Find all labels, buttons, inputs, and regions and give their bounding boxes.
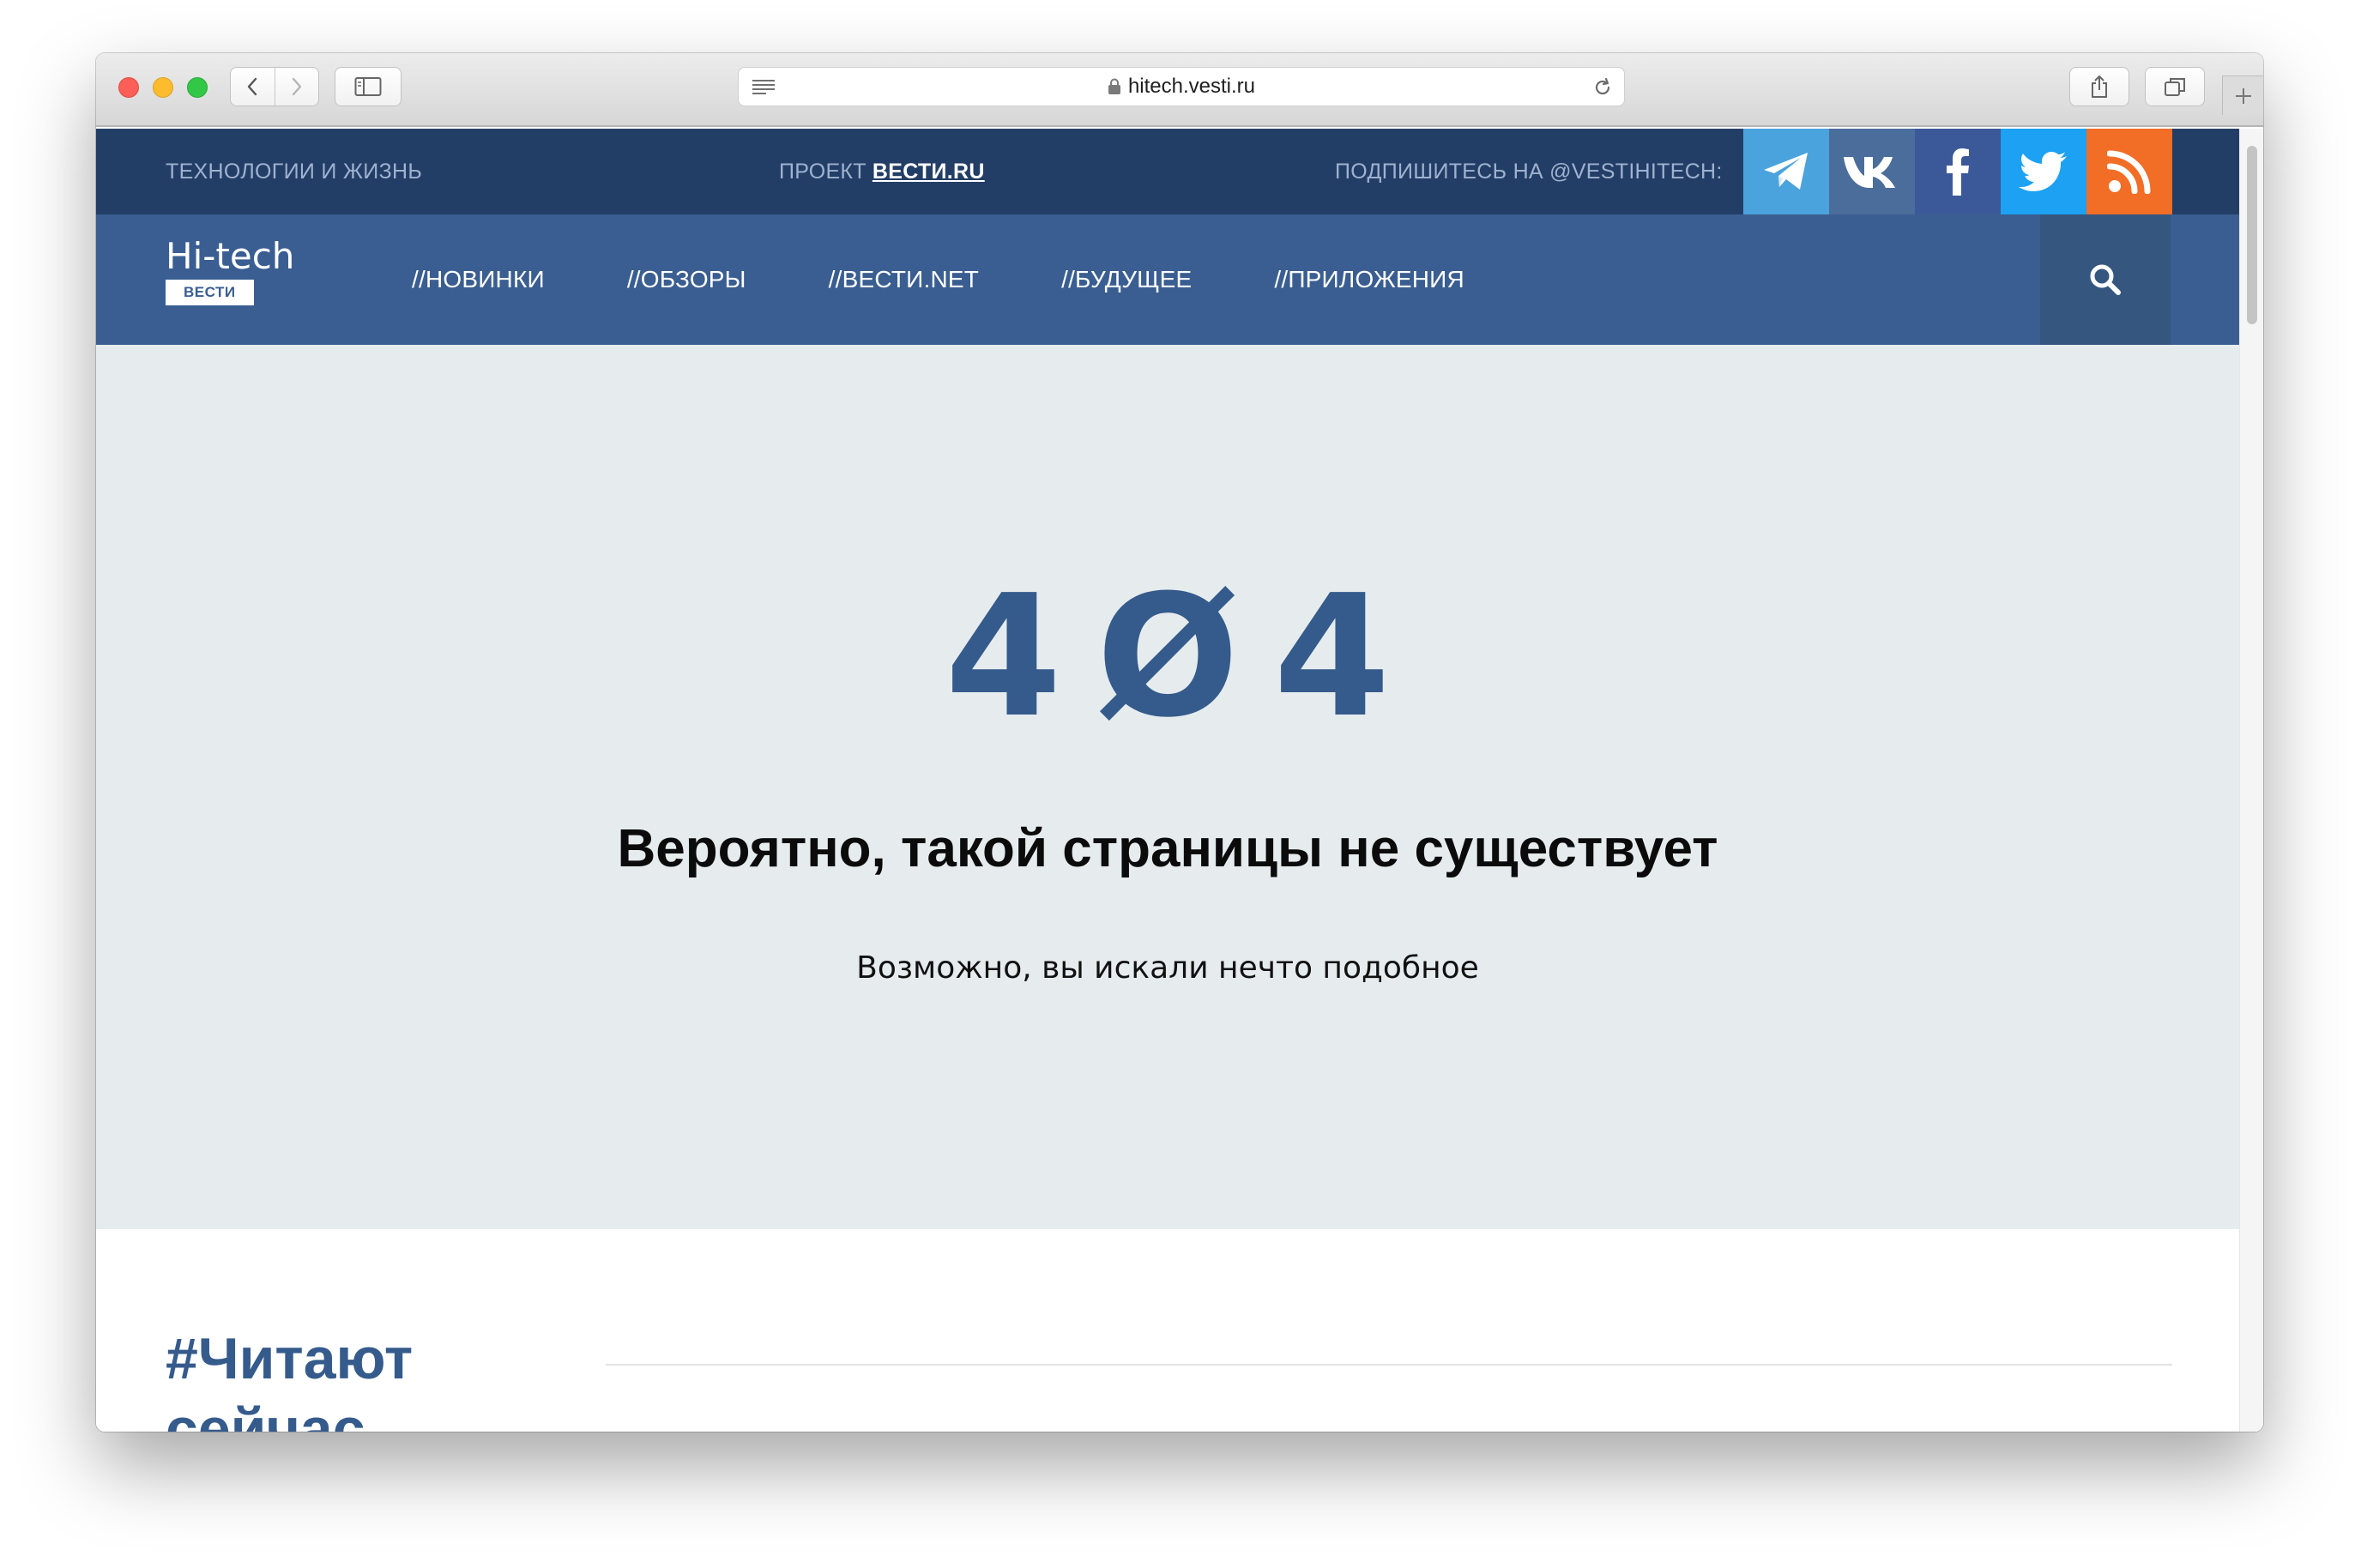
error-subtitle: Возможно, вы искали нечто подобное	[856, 950, 1479, 986]
main-navigation: Hi-tech ВЕСТИ //НОВИНКИ //ОБЗОРЫ //ВЕСТИ…	[96, 214, 2239, 345]
new-tab-button[interactable]	[2222, 75, 2263, 115]
sidebar-icon	[354, 77, 382, 96]
tabs-icon	[2165, 78, 2185, 96]
nav-item-vesti-net[interactable]: //ВЕСТИ.NET	[829, 266, 979, 293]
browser-toolbar: hitech.vesti.ru	[96, 53, 2263, 127]
search-button[interactable]	[2040, 214, 2171, 345]
search-icon	[2090, 264, 2121, 295]
scrollbar-thumb[interactable]	[2247, 146, 2257, 324]
vk-link[interactable]	[1829, 129, 1915, 214]
facebook-icon	[1947, 148, 1969, 196]
reading-now-heading: #Читают сейчас	[166, 1326, 414, 1432]
address-bar[interactable]: hitech.vesti.ru	[738, 67, 1625, 106]
address-text: hitech.vesti.ru	[739, 68, 1624, 106]
page-scrollbar[interactable]	[2239, 129, 2263, 1432]
zoom-window-button[interactable]	[187, 77, 208, 98]
close-window-button[interactable]	[118, 77, 139, 98]
section-divider	[606, 1364, 2172, 1366]
nav-item-novinki[interactable]: //НОВИНКИ	[412, 266, 545, 293]
project-label: ПРОЕКТ ВЕСТИ.RU	[779, 129, 985, 214]
nav-item-prilozheniya[interactable]: //ПРИЛОЖЕНИЯ	[1274, 266, 1464, 293]
site-tagline: ТЕХНОЛОГИИ И ЖИЗНЬ	[166, 159, 423, 184]
twitter-link[interactable]	[2001, 129, 2086, 214]
telegram-link[interactable]	[1743, 129, 1829, 214]
logo-name: Hi-tech	[166, 235, 295, 277]
site-logo[interactable]: Hi-tech ВЕСТИ	[166, 235, 294, 305]
facebook-link[interactable]	[1915, 129, 2001, 214]
twitter-icon	[2019, 152, 2067, 191]
share-icon	[2092, 75, 2107, 98]
chevron-right-icon	[292, 77, 301, 96]
telegram-icon	[1764, 153, 1808, 190]
nav-menu: //НОВИНКИ //ОБЗОРЫ //ВЕСТИ.NET //БУДУЩЕЕ…	[412, 214, 1547, 345]
sidebar-button[interactable]	[335, 67, 402, 106]
project-prefix: ПРОЕКТ	[779, 159, 867, 184]
reload-icon[interactable]	[1591, 76, 1614, 99]
error-section: 4Ø4 Вероятно, такой страницы не существу…	[96, 345, 2239, 1229]
page-viewport: ТЕХНОЛОГИИ И ЖИЗНЬ ПРОЕКТ ВЕСТИ.RU ПОДПИ…	[96, 129, 2263, 1432]
top-strip: ТЕХНОЛОГИИ И ЖИЗНЬ ПРОЕКТ ВЕСТИ.RU ПОДПИ…	[96, 129, 2239, 214]
plus-icon	[2235, 87, 2251, 104]
minimize-window-button[interactable]	[153, 77, 173, 98]
rss-icon	[2107, 150, 2151, 194]
error-title: Вероятно, такой страницы не существует	[617, 819, 1718, 878]
history-navigation	[230, 67, 319, 106]
error-code: 4Ø4	[945, 559, 1425, 755]
chevron-left-icon	[248, 77, 257, 96]
show-tabs-button[interactable]	[2145, 67, 2205, 106]
subscribe-label: ПОДПИШИТЕСЬ НА @VESTIHITECH:	[1335, 159, 1723, 184]
page: ТЕХНОЛОГИИ И ЖИЗНЬ ПРОЕКТ ВЕСТИ.RU ПОДПИ…	[96, 129, 2239, 1432]
nav-item-budushchee[interactable]: //БУДУЩЕЕ	[1061, 266, 1192, 293]
nav-item-obzory[interactable]: //ОБЗОРЫ	[627, 266, 746, 293]
back-button[interactable]	[231, 68, 275, 106]
vk-icon	[1844, 157, 1895, 188]
browser-window: hitech.vesti.ru ТЕХНОЛОГИИ И ЖИЗНЬ ПРОЕК…	[96, 53, 2263, 1432]
rss-link[interactable]	[2086, 129, 2172, 214]
logo-badge: ВЕСТИ	[166, 280, 254, 305]
project-link[interactable]: ВЕСТИ.RU	[873, 160, 985, 184]
url-text: hitech.vesti.ru	[1127, 75, 1256, 98]
forward-button[interactable]	[274, 68, 319, 106]
lock-icon	[1108, 78, 1120, 94]
share-button[interactable]	[2069, 67, 2129, 106]
